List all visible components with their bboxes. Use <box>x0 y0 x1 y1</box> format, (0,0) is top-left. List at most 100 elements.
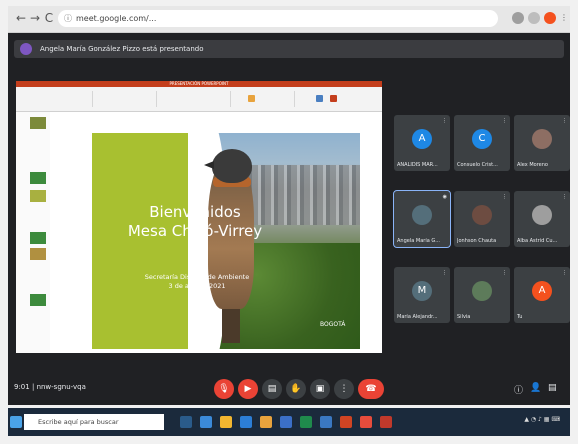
mic-off-icon: ⋮ <box>562 270 567 276</box>
presenting-banner: Angela María González Pizzo está present… <box>14 40 564 58</box>
participant-avatar: A <box>532 281 552 301</box>
site-info-icon[interactable]: ⓘ <box>64 10 72 27</box>
reload-button[interactable]: C <box>42 11 56 25</box>
file-explorer-icon[interactable] <box>220 416 232 428</box>
meeting-code: nnw-sgnu-vqa <box>36 383 86 391</box>
more-options-button[interactable]: ⋮ <box>334 379 354 399</box>
participant-name: Tu <box>517 314 523 320</box>
participant-tile-self[interactable]: ⋮ A Tu <box>514 267 570 323</box>
raise-hand-button[interactable]: ✋ <box>286 379 306 399</box>
participant-photo <box>532 205 552 225</box>
presenting-text: Angela María González Pizzo está present… <box>40 45 204 53</box>
screenshot-frame: ← → C ⓘ meet.google.com/... ⋮ Angela Mar… <box>0 0 578 444</box>
participant-name: Jonhson Chauta <box>457 238 497 244</box>
edge-icon[interactable] <box>200 416 212 428</box>
store-icon[interactable] <box>240 416 252 428</box>
subtitle-line-2: 3 de agosto 2021 <box>168 282 226 290</box>
mic-off-icon: ⋮ <box>442 118 447 124</box>
slide-thumbnail <box>30 248 46 260</box>
slide-thumbnail <box>30 172 46 184</box>
browser-toolbar: ← → C ⓘ meet.google.com/... ⋮ <box>8 6 570 33</box>
participant-name: Alba Astrid Cu... <box>517 238 558 244</box>
ribbon-group-paragraph <box>234 91 295 107</box>
participant-name: ANALIDIS MAR... <box>397 162 438 168</box>
participant-tile[interactable]: ⋮ M María Alejandr... <box>394 267 450 323</box>
windows-start-icon[interactable] <box>10 416 22 428</box>
url-text: meet.google.com/... <box>76 14 157 23</box>
system-tray[interactable]: ▲ ◔ ♪ ▦ ⌨ <box>524 416 560 423</box>
bird-head <box>212 149 252 183</box>
end-call-button[interactable]: ☎ <box>358 379 384 399</box>
participant-tile[interactable]: ⋮ Silvia <box>454 267 510 323</box>
slide-thumbnail <box>30 294 46 306</box>
search-placeholder: Escribe aquí para buscar <box>38 418 119 426</box>
address-bar[interactable]: ⓘ meet.google.com/... <box>58 10 498 27</box>
outlook-icon[interactable] <box>320 416 332 428</box>
participant-name: Silvia <box>457 314 471 320</box>
meeting-time: 9:01 <box>14 383 30 391</box>
excel-icon[interactable] <box>300 416 312 428</box>
powerpoint-ribbon <box>16 87 382 112</box>
captions-button[interactable]: ▤ <box>262 379 282 399</box>
mic-off-icon: ⋮ <box>502 270 507 276</box>
mic-off-icon: ⋮ <box>562 118 567 124</box>
participant-tile[interactable]: ⋮ Alba Astrid Cu... <box>514 191 570 247</box>
bird-beak <box>204 161 214 169</box>
chrome-icon[interactable] <box>360 416 372 428</box>
people-icon[interactable]: 👤 <box>530 383 541 393</box>
ribbon-group-slides <box>96 91 157 107</box>
powerpoint-icon[interactable] <box>340 416 352 428</box>
slide-thumbnail <box>30 190 46 202</box>
participant-avatar: A <box>412 129 432 149</box>
participant-photo <box>412 205 432 225</box>
meet-window: Angela María González Pizzo está present… <box>8 33 570 405</box>
slide-thumbnails <box>16 112 50 353</box>
meeting-info: 9:01 | nnw-sgnu-vqa <box>14 383 86 391</box>
participant-photo <box>532 129 552 149</box>
presenter-avatar <box>20 43 32 55</box>
app-icon[interactable] <box>380 416 392 428</box>
more-options-icon[interactable]: ⋮ <box>558 12 570 24</box>
participant-tile[interactable]: ⋮ Alex Moreno <box>514 115 570 171</box>
forward-button[interactable]: → <box>28 11 42 25</box>
welcome-line-2: Mesa Chicó-Virrey <box>127 222 263 240</box>
profile-avatar[interactable] <box>544 12 556 24</box>
participant-tile[interactable]: ⋮ A ANALIDIS MAR... <box>394 115 450 171</box>
participant-tile[interactable]: ⋮ Jonhson Chauta <box>454 191 510 247</box>
mic-off-icon: ⋮ <box>562 194 567 200</box>
participant-name: Angela María G... <box>397 238 441 244</box>
bogota-logo: BOGOTÁ <box>320 321 346 328</box>
present-screen-button[interactable]: ▣ <box>310 379 330 399</box>
participant-avatar: M <box>412 281 432 301</box>
meeting-details-icon[interactable]: ⓘ <box>514 383 523 396</box>
taskbar-search-box[interactable]: Escribe aquí para buscar <box>24 414 164 430</box>
bookmark-star-icon[interactable] <box>528 12 540 24</box>
ribbon-group-font <box>160 91 231 107</box>
slide-thumbnail <box>30 232 46 244</box>
participant-photo <box>472 205 492 225</box>
app-icon[interactable] <box>260 416 272 428</box>
shapes-icon <box>248 95 255 102</box>
mic-toggle-button[interactable]: 🎙 <box>214 379 234 399</box>
chat-icon[interactable]: ▤ <box>548 383 557 393</box>
back-button[interactable]: ← <box>14 11 28 25</box>
mic-off-icon: ⋮ <box>502 118 507 124</box>
task-view-icon[interactable] <box>180 416 192 428</box>
bird-tail <box>222 303 240 343</box>
welcome-line-1: Bienvenidos <box>149 203 241 221</box>
word-icon[interactable] <box>280 416 292 428</box>
participant-name: María Alejandr... <box>397 314 438 320</box>
participant-name: Consuelo Crist... <box>457 162 498 168</box>
participant-tile-speaking[interactable]: ◉ Angela María G... <box>393 190 451 248</box>
quick-styles-icon <box>330 95 337 102</box>
speaking-icon: ◉ <box>442 194 447 200</box>
slide-thumbnail <box>30 117 46 129</box>
subtitle-line-1: Secretaría Distrital de Ambiente <box>144 273 250 281</box>
participant-tile[interactable]: ⋮ C Consuelo Crist... <box>454 115 510 171</box>
slide-canvas: Bienvenidos Mesa Chicó-Virrey Secretaría… <box>92 133 360 349</box>
mic-off-icon: ⋮ <box>502 194 507 200</box>
camera-toggle-button[interactable]: ▶ <box>238 379 258 399</box>
extension-icon[interactable] <box>512 12 524 24</box>
windows-taskbar: Escribe aquí para buscar ▲ ◔ ♪ ▦ ⌨ <box>8 408 570 436</box>
participant-name: Alex Moreno <box>517 162 548 168</box>
